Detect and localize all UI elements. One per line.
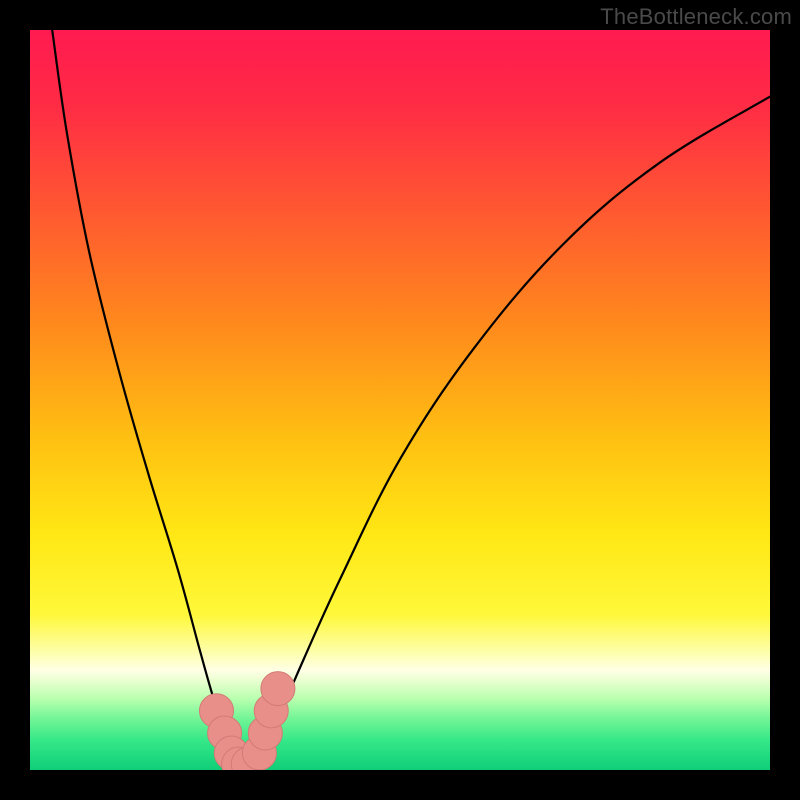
bottleneck-chart <box>30 30 770 770</box>
chart-frame: TheBottleneck.com <box>0 0 800 800</box>
watermark-text: TheBottleneck.com <box>600 4 792 30</box>
marker-dot <box>261 672 295 706</box>
gradient-background <box>30 30 770 770</box>
plot-area <box>30 30 770 770</box>
